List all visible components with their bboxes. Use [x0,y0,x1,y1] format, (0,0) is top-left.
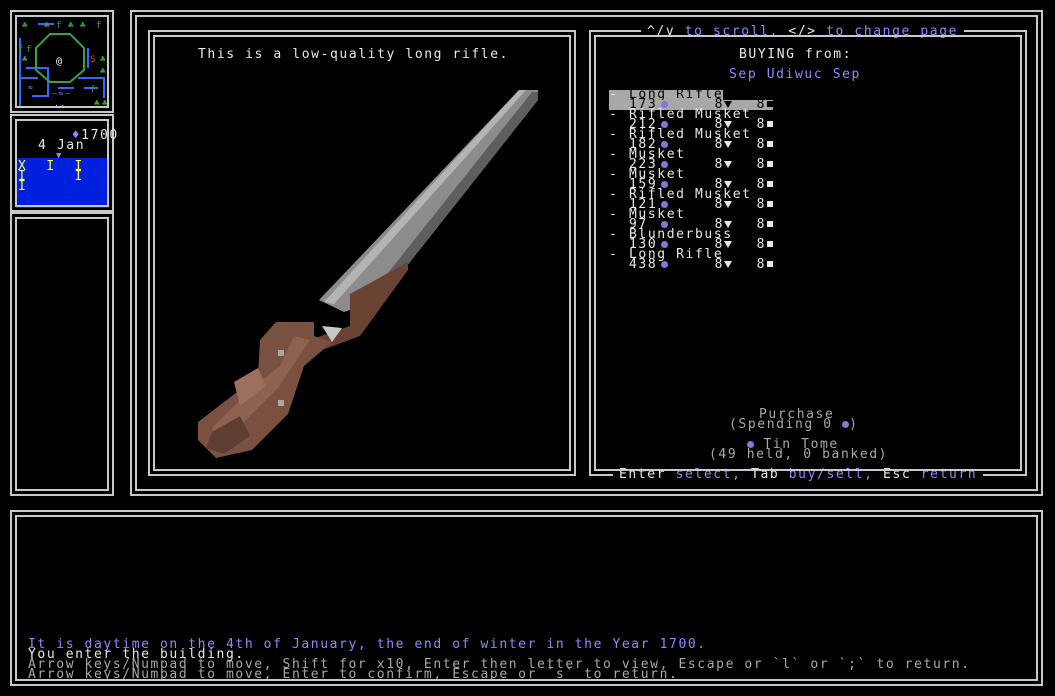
date-readout: 4 Jan [38,138,86,153]
svg-text:♣: ♣ [94,99,101,109]
svg-text:♣: ♣ [22,55,29,65]
list-bullet: - [609,107,619,122]
svg-text:≈: ≈ [28,83,34,92]
item-preview-panel: This is a low-quality long rifle. [148,30,576,476]
svg-text:♣: ♣ [80,21,87,31]
list-bullet: - [609,207,619,222]
svg-text:♣: ♣ [100,67,107,77]
item-stock: 8 [756,137,766,152]
svg-text:—≈—: —≈— [52,89,71,98]
calendar-row: I [18,179,28,194]
svg-text:♣: ♣ [102,99,109,109]
down-triangle-icon[interactable] [724,261,732,268]
spending-readout: (Spending 0 ) [729,417,859,432]
stock-square-icon [767,221,773,227]
log-line: Arrow keys/Numpad to move, Enter to conf… [28,667,679,682]
minimap[interactable]: ♣ ♣ f ♣ ♣ f ff ♣♣f ♣ ♣♣ S @ —≈—≈ .. [18,18,110,109]
svg-text:♣: ♣ [68,21,75,31]
controls-hint: Enter select, Tab buy/sell, Esc return [613,467,984,482]
item-stock: 8 [756,257,766,272]
list-bullet: - [609,127,619,142]
player-marker-icon: @ [56,56,64,67]
item-quantity: 8 [714,257,724,272]
shop-item-details[interactable]: 438 8 8 [629,257,773,272]
svg-text:S: S [90,55,97,65]
long-rifle-image [198,90,538,458]
calendar-row: I I [18,169,84,184]
svg-text:f: f [26,45,33,55]
list-bullet: - [609,147,619,162]
status-panel: ♦1700 4 Jan ▼ X I I I I I [10,114,117,212]
currency-status: (49 held, 0 banked) [709,447,889,462]
svg-text:..: .. [54,99,67,108]
stock-square-icon [767,161,773,167]
stock-square-icon [767,241,773,247]
list-bullet: - [609,227,619,242]
item-price: 438 [629,257,658,272]
svg-text:♣: ♣ [22,21,29,31]
list-bullet: - [609,187,619,202]
stock-square-icon [767,181,773,187]
svg-text:f: f [18,45,25,55]
message-log: It is daytime on the 4th of January, the… [10,510,1043,686]
shop-item-list[interactable]: Long Rifle -173 8 8 Rifled Musket -212 8 8 Rifle… [591,87,1025,280]
down-triangle-icon[interactable] [724,141,732,148]
tin-tome-icon [661,261,668,268]
vendor-name: Sep Udiwuc Sep [729,67,861,82]
side-panel [10,212,114,496]
svg-text:♣: ♣ [44,21,51,31]
down-triangle-icon[interactable] [724,161,732,168]
minimap-frame[interactable]: ♣ ♣ f ♣ ♣ f ff ♣ ♣ f ♣ ♣ ♣ S @ —≈— ≈ .. [10,10,114,113]
item-stock: 8 [756,217,766,232]
item-stock: 8 [756,237,766,252]
svg-text:f: f [56,21,63,31]
calendar-bar: X I I I I I [16,158,108,208]
stock-square-icon [767,121,773,127]
down-triangle-icon[interactable] [724,201,732,208]
svg-text:f: f [96,21,103,31]
stock-square-icon [767,201,773,207]
stock-square-icon [767,141,773,147]
svg-text:♣: ♣ [100,55,107,65]
list-bullet: - [609,87,619,102]
shop-item-name[interactable]: Long Rifle [609,88,724,101]
list-bullet: - [609,167,619,182]
list-bullet: - [609,247,619,262]
scroll-hint: ^/v to scroll, </> to change page [641,24,965,39]
stock-square-icon [767,261,773,267]
down-triangle-icon[interactable] [724,241,732,248]
enter-key[interactable]: Enter [619,467,666,482]
item-stock: 8 [756,197,766,212]
shop-panel: ^/v to scroll, </> to change page BUYING… [589,24,1027,482]
buying-label: BUYING from: [739,47,853,62]
svg-text:f: f [90,85,97,95]
stock-square-icon [767,101,773,107]
item-stock: 8 [756,157,766,172]
tab-key[interactable]: Tab [751,467,779,482]
esc-key[interactable]: Esc [883,467,911,482]
